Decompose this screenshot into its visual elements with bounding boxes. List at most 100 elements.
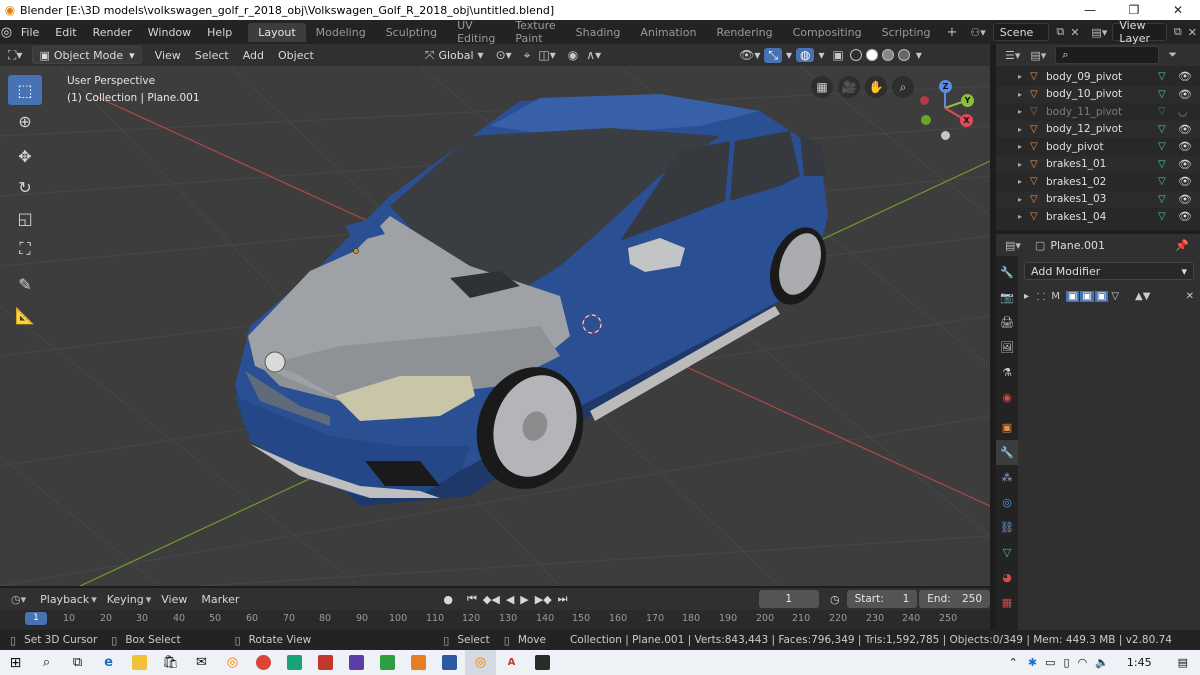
tl-menu-view[interactable]: View: [154, 593, 194, 606]
measure-tool-icon[interactable]: 📐: [8, 300, 42, 330]
play-icon[interactable]: ▶: [517, 593, 531, 606]
perspective-toggle-icon[interactable]: ▦: [811, 76, 833, 98]
play-reverse-icon[interactable]: ◀: [503, 593, 517, 606]
mode-dropdown[interactable]: ▣ Object Mode ▾: [32, 46, 142, 64]
tab-scripting[interactable]: Scripting: [872, 23, 941, 42]
bluetooth-icon[interactable]: ✱: [1024, 656, 1041, 669]
3d-viewport[interactable]: User Perspective (1) Collection | Plane.…: [0, 66, 990, 586]
display-mode-icon[interactable]: ▤▾: [1027, 49, 1049, 62]
remove-scene-icon[interactable]: ✕: [1067, 26, 1082, 39]
editor-type-icon[interactable]: ⛶▾: [4, 48, 26, 63]
scale-tool-icon[interactable]: ◱: [8, 203, 42, 233]
tl-menu-playback[interactable]: Playback: [33, 593, 96, 606]
blender-logo-icon[interactable]: ◎: [0, 25, 13, 40]
transform-orientation-icon[interactable]: ⤧: [421, 48, 439, 63]
tab-animation[interactable]: Animation: [630, 23, 706, 42]
object-name[interactable]: body_09_pivot: [1046, 71, 1158, 83]
photos-icon[interactable]: [527, 650, 558, 675]
expand-arrow-icon[interactable]: ▸: [1018, 125, 1028, 134]
expand-arrow-icon[interactable]: ▸: [1018, 177, 1028, 186]
visibility-eye-icon[interactable]: 👁: [1178, 193, 1200, 206]
menu-window[interactable]: Window: [140, 26, 199, 39]
vp-menu-select[interactable]: Select: [188, 49, 236, 62]
material-tab-icon[interactable]: ◕: [996, 565, 1018, 590]
gizmo-toggle-icon[interactable]: ⤡: [764, 47, 782, 63]
edge-browser-icon[interactable]: e: [93, 650, 124, 675]
clock-time[interactable]: 1:45: [1113, 656, 1166, 669]
hidden-eye-icon[interactable]: ◡: [1178, 105, 1200, 118]
tab-compositing[interactable]: Compositing: [783, 23, 872, 42]
chevron-up-icon[interactable]: ⌃: [1003, 656, 1024, 669]
vp-menu-view[interactable]: View: [148, 49, 188, 62]
app-icon-purple[interactable]: [341, 650, 372, 675]
object-tab-icon[interactable]: ▣: [996, 415, 1018, 440]
properties-editor-icon[interactable]: ▤▾: [1002, 239, 1024, 252]
outliner-row[interactable]: ▸ ▽ body_pivot ▽ 👁: [996, 138, 1200, 156]
object-name[interactable]: brakes1_02: [1046, 176, 1158, 188]
next-keyframe-icon[interactable]: ▶◆: [532, 593, 555, 606]
vp-menu-object[interactable]: Object: [271, 49, 321, 62]
app-icon-multicolor[interactable]: [372, 650, 403, 675]
outliner-row[interactable]: ▸ ▽ body_12_pivot ▽ 👁: [996, 120, 1200, 138]
output-tab-icon[interactable]: 🖨: [996, 310, 1018, 335]
jump-end-icon[interactable]: ⏭: [555, 592, 571, 606]
realtime-toggle-icon[interactable]: ▣: [1065, 290, 1080, 302]
transform-tool-icon[interactable]: ⛶: [8, 234, 42, 264]
object-name[interactable]: body_11_pivot: [1046, 106, 1158, 118]
snap-target-icon[interactable]: ◫▾: [534, 48, 559, 62]
tab-sculpting[interactable]: Sculpting: [376, 23, 447, 42]
modifier-tab-icon[interactable]: 🔧: [996, 440, 1018, 465]
close-button[interactable]: ✕: [1156, 3, 1200, 17]
rendered-shading-icon[interactable]: [897, 49, 910, 61]
overlay-toggle-icon[interactable]: ◍: [796, 48, 815, 62]
object-name[interactable]: body_10_pivot: [1046, 88, 1158, 100]
chrome-icon[interactable]: [248, 650, 279, 675]
preview-range-icon[interactable]: ◷: [827, 593, 843, 606]
tab-rendering[interactable]: Rendering: [706, 23, 782, 42]
file-explorer-icon[interactable]: [124, 650, 155, 675]
task-view-icon[interactable]: ⧉: [62, 650, 93, 675]
new-scene-icon[interactable]: ⧉: [1053, 25, 1067, 39]
battery-icon[interactable]: ▭: [1041, 656, 1059, 669]
expand-arrow-icon[interactable]: ▸: [1018, 142, 1028, 151]
menu-edit[interactable]: Edit: [47, 26, 84, 39]
orientation-label[interactable]: Global: [438, 49, 473, 62]
minimize-button[interactable]: —: [1068, 3, 1112, 17]
expand-arrow-icon[interactable]: ▸: [1018, 160, 1028, 169]
render-toggle-icon[interactable]: ▣: [1080, 290, 1094, 302]
shading-dropdown-icon[interactable]: ▾: [912, 48, 926, 62]
snap-icon[interactable]: ⌖: [520, 48, 535, 63]
constraints-tab-icon[interactable]: ⛓: [996, 515, 1018, 540]
rotate-tool-icon[interactable]: ↻: [8, 172, 42, 202]
modifier-header[interactable]: ▸ ⸬ M ▣ ▣ ▣ ▽ ▲▼ ✕: [1024, 286, 1194, 306]
gizmo-neg-z[interactable]: [941, 131, 950, 140]
expand-arrow-icon[interactable]: ▸: [1018, 90, 1028, 99]
view-layer-icon[interactable]: ▤▾: [1088, 26, 1110, 39]
navigation-gizmo[interactable]: Z Y X: [915, 76, 981, 142]
visibility-eye-icon[interactable]: 👁: [1178, 70, 1200, 83]
outliner[interactable]: ▸ ▽ body_09_pivot ▽ 👁 ▸ ▽ body_10_pivot …: [996, 66, 1200, 230]
modifier-name[interactable]: M: [1051, 291, 1060, 302]
expand-arrow-icon[interactable]: ▸: [1018, 212, 1028, 221]
pan-hand-icon[interactable]: ✋: [865, 76, 887, 98]
tab-shading[interactable]: Shading: [566, 23, 631, 42]
visibility-eye-icon[interactable]: 👁: [1178, 210, 1200, 223]
visibility-eye-icon[interactable]: 👁: [1178, 158, 1200, 171]
filter-icon[interactable]: ⏷: [1165, 48, 1180, 62]
physics-tab-icon[interactable]: ◎: [996, 490, 1018, 515]
end-frame-field[interactable]: End: 250: [919, 590, 990, 608]
outliner-row[interactable]: ▸ ▽ brakes1_03 ▽ 👁: [996, 190, 1200, 208]
outliner-row[interactable]: ▸ ▽ brakes1_02 ▽ 👁: [996, 173, 1200, 191]
remove-modifier-icon[interactable]: ✕: [1186, 291, 1194, 302]
gizmo-dropdown-icon[interactable]: ▾: [782, 48, 796, 62]
menu-file[interactable]: File: [13, 26, 47, 39]
menu-render[interactable]: Render: [85, 26, 140, 39]
app-icon-acrobat[interactable]: A: [496, 650, 527, 675]
camera-view-icon[interactable]: 🎥: [838, 76, 860, 98]
mail-icon[interactable]: ✉: [186, 650, 217, 675]
data-tab-icon[interactable]: ▽: [996, 540, 1018, 565]
search-icon[interactable]: ⌕: [31, 650, 62, 675]
notifications-icon[interactable]: ▤: [1166, 656, 1200, 669]
start-button-icon[interactable]: ⊞: [0, 650, 31, 675]
menu-help[interactable]: Help: [199, 26, 240, 39]
